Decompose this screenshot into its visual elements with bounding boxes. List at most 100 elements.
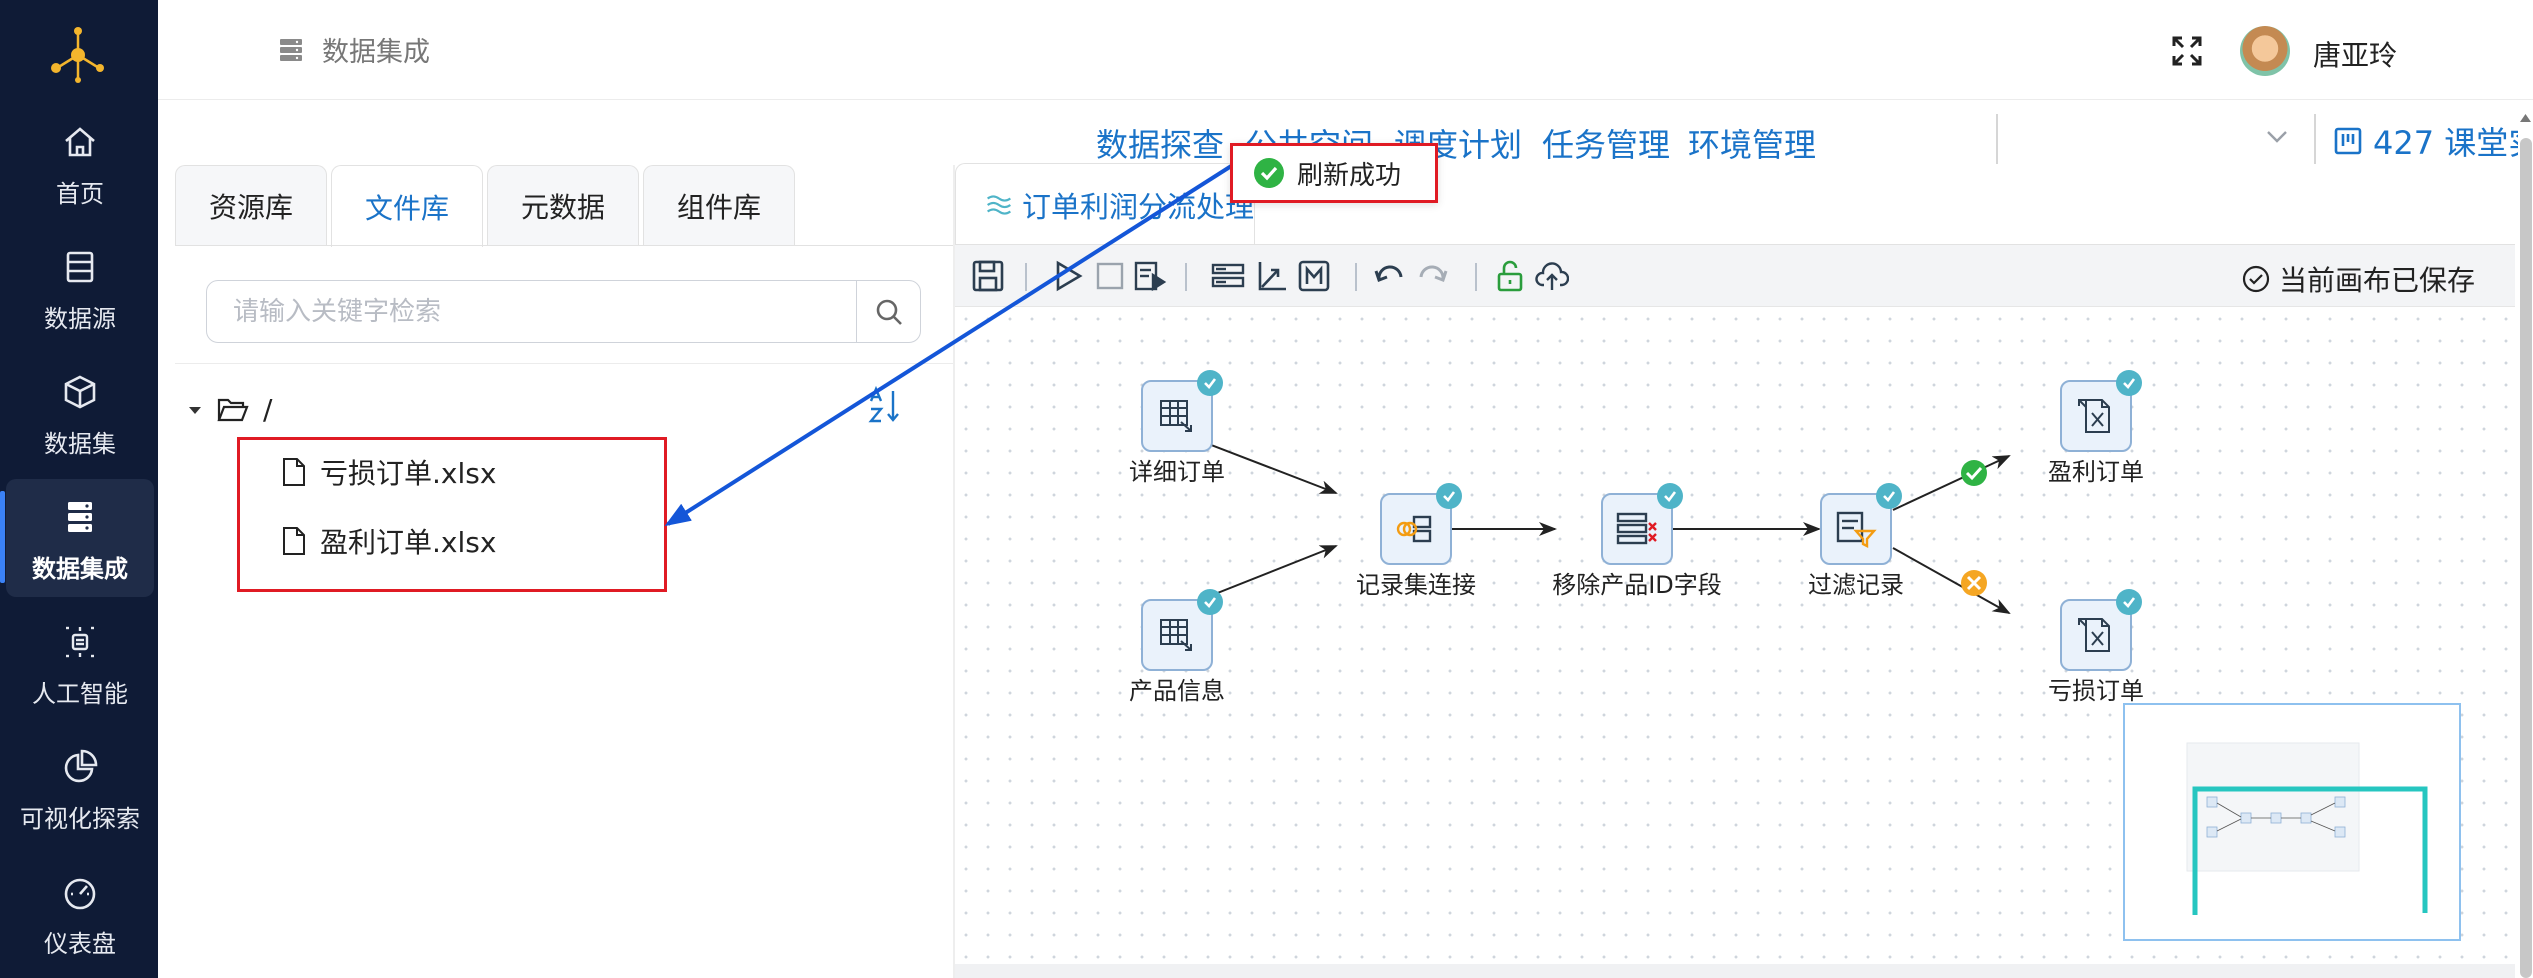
toolbar-separator (1475, 263, 1477, 291)
sidebar-item-label: 数据集 (44, 430, 116, 458)
divider (175, 363, 955, 364)
file-name: 盈利订单.xlsx (320, 526, 497, 559)
breadcrumb: 数据集成 (278, 30, 430, 69)
fail-branch-icon[interactable] (1961, 570, 1987, 596)
tab-file-library[interactable]: 文件库 (331, 165, 483, 247)
tab-metadata[interactable]: 元数据 (487, 165, 639, 245)
project-icon (2334, 127, 2362, 155)
server-icon (68, 502, 92, 532)
ai-icon (66, 626, 94, 658)
search-button[interactable] (856, 281, 920, 342)
divider (1996, 114, 1998, 164)
user-name[interactable]: 唐亚玲 (2313, 34, 2397, 74)
sidebar-item-dashboard[interactable]: 仪表盘 (6, 854, 154, 972)
toolbar-separator (1185, 263, 1187, 291)
avatar[interactable] (2240, 26, 2290, 76)
node-label: 详细订单 (1129, 458, 1225, 486)
redo-icon[interactable] (1415, 259, 1449, 293)
chevron-down-icon[interactable] (2263, 122, 2291, 150)
canvas-footer (955, 964, 2515, 978)
fit-view-icon[interactable] (1297, 259, 1331, 293)
node-label: 记录集连接 (1356, 571, 1476, 599)
flow-node-record-join[interactable] (1380, 483, 1462, 565)
run-icon[interactable] (1051, 259, 1085, 293)
logo-icon (51, 27, 104, 83)
pie-chart-icon (64, 749, 98, 783)
flow-title: 订单利润分流处理 (1021, 189, 1254, 224)
sidebar-item-datasource[interactable]: 数据源 (6, 229, 154, 347)
check-icon (2116, 589, 2142, 615)
join-icon (1396, 515, 1432, 543)
undo-icon[interactable] (1373, 259, 1407, 293)
file-icon (283, 458, 305, 486)
flow-node-detail-orders[interactable] (1141, 370, 1223, 452)
save-status: 当前画布已保存 (2241, 259, 2475, 299)
file-item[interactable]: 盈利订单.xlsx (282, 521, 496, 561)
editor-toolbar: 当前画布已保存 (955, 245, 2515, 307)
sidebar-item-visual-explore[interactable]: 可视化探索 (6, 729, 154, 847)
tab-components[interactable]: 组件库 (643, 165, 795, 245)
flow-node-loss-output[interactable] (2060, 589, 2142, 671)
menu-link-explore[interactable]: 数据探查 (1096, 120, 1224, 166)
minimap-preview (2186, 742, 2428, 915)
check-icon (1657, 483, 1683, 509)
resource-panel: 资源库 文件库 元数据 组件库 / (175, 165, 955, 978)
flow-node-product-info[interactable] (1141, 589, 1223, 671)
tab-repository[interactable]: 资源库 (175, 165, 327, 245)
database-icon (66, 251, 94, 283)
cloud-upload-icon[interactable] (1535, 259, 1569, 293)
check-icon (1197, 370, 1223, 396)
caret-down-icon (189, 406, 201, 414)
flow-node-filter[interactable] (1820, 483, 1902, 565)
save-icon[interactable] (971, 259, 1005, 293)
preview-run-icon[interactable] (1133, 259, 1167, 293)
sidebar-item-dataset[interactable]: 数据集 (6, 354, 154, 472)
tab-flow-editor[interactable]: 订单利润分流处理 (955, 163, 1255, 245)
sidebar-item-label: 人工智能 (32, 680, 128, 708)
sidebar-item-label: 首页 (56, 180, 104, 208)
flow-node-remove-field[interactable] (1601, 483, 1683, 565)
toast-message: 刷新成功 (1297, 160, 1402, 191)
search-input[interactable] (209, 283, 849, 340)
unlock-icon[interactable] (1493, 259, 1527, 293)
scroll-up-arrow-icon[interactable] (2518, 110, 2533, 128)
align-axis-icon[interactable] (1255, 259, 1289, 293)
sidebar-item-label: 数据集成 (32, 555, 128, 583)
file-name: 亏损订单.xlsx (320, 457, 497, 490)
sidebar-item-label: 数据源 (44, 305, 116, 333)
remove-field-icon (1616, 512, 1657, 545)
check-icon (1436, 483, 1462, 509)
excel-output-icon (2078, 399, 2110, 433)
table-input-icon (1160, 400, 1192, 432)
file-list: 亏损订单.xlsx 盈利订单.xlsx (237, 437, 667, 592)
search-box (206, 280, 921, 343)
minimap[interactable] (2123, 703, 2461, 941)
success-branch-icon[interactable] (1961, 460, 1987, 486)
tab-underline (175, 245, 955, 246)
menu-link-tasks[interactable]: 任务管理 (1542, 120, 1670, 166)
sidebar-item-home[interactable]: 首页 (6, 104, 154, 222)
folder-open-icon (217, 398, 249, 421)
tree-root-label: / (263, 393, 273, 426)
toolbar-separator (1025, 263, 1027, 291)
edge-n5-n7[interactable] (1892, 547, 2011, 614)
file-item[interactable]: 亏损订单.xlsx (282, 452, 496, 492)
project-selector[interactable]: 427 课堂实践 (2333, 118, 2533, 164)
fullscreen-icon[interactable] (2170, 34, 2204, 68)
check-icon (1197, 589, 1223, 615)
home-icon (65, 127, 95, 157)
flow-node-profit-output[interactable] (2060, 370, 2142, 452)
sidebar-item-label: 仪表盘 (44, 930, 116, 958)
layout-rows-icon[interactable] (1211, 259, 1245, 293)
tree-root-folder[interactable]: / (187, 393, 272, 426)
scrollbar-thumb[interactable] (2520, 138, 2532, 978)
check-icon (2116, 370, 2142, 396)
menu-link-environment[interactable]: 环境管理 (1688, 120, 1816, 166)
sidebar-item-ai[interactable]: 人工智能 (6, 604, 154, 722)
sidebar-item-integration[interactable]: 数据集成 (0, 479, 154, 597)
edge-n5-n6[interactable] (1892, 455, 2011, 511)
sort-alpha-icon[interactable] (865, 383, 909, 427)
toast-notification: 刷新成功 (1230, 143, 1438, 203)
stop-icon[interactable] (1093, 259, 1127, 293)
filter-icon (1836, 511, 1877, 548)
